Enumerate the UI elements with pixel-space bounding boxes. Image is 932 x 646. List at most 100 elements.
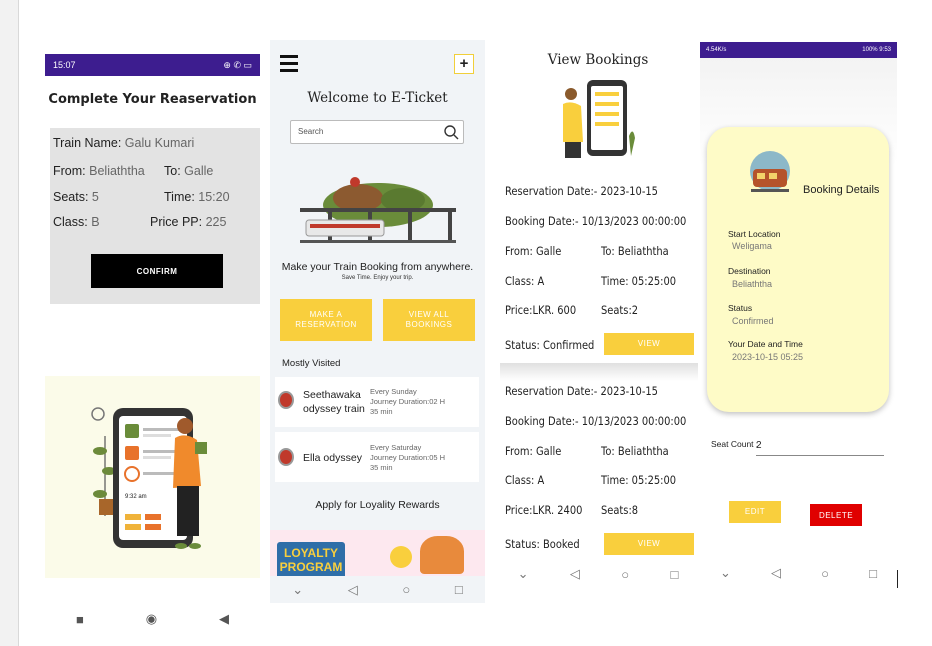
back-icon[interactable]: ◀ [219, 611, 229, 627]
from-text: From: Galle [505, 244, 562, 258]
item-schedule: Every Saturday [370, 443, 422, 452]
train-icon [750, 151, 790, 192]
destination-value: Beliaththa [732, 279, 773, 289]
status-bar: 4.54K/s 100% 9:53 [700, 42, 897, 58]
item-schedule: Every Sunday [370, 387, 417, 396]
status-icons: ⊕ ✆ ▭ [223, 59, 252, 70]
search-icon[interactable] [443, 124, 459, 140]
loyalty-banner[interactable]: LOYALTY PROGRAM [270, 530, 485, 580]
chevron-down-icon[interactable]: ⌄ [292, 582, 303, 598]
class-text: Class: A [505, 473, 545, 487]
nav-bar: ⌄ ◁ ○ □ [700, 558, 897, 588]
booking-date: Booking Date:- 10/13/2023 00:00:00 [505, 214, 687, 228]
train-avatar-icon [278, 448, 294, 466]
recents-icon[interactable]: □ [670, 567, 678, 582]
item-minutes: 35 min [370, 407, 393, 416]
details-card: Booking Details Start Location Weligama … [707, 127, 889, 412]
edit-button[interactable]: EDIT [729, 501, 781, 523]
coin-icon [390, 546, 412, 568]
person-icon [420, 536, 464, 574]
list-item[interactable]: Ella odyssey Every Saturday Journey Dura… [275, 432, 479, 482]
view-bookings-screen: View Bookings Reservation Date:- 2023-10… [497, 40, 699, 590]
list-item[interactable]: Seethawaka odyssey train Every Sunday Jo… [275, 377, 479, 427]
view-all-bookings-button[interactable]: VIEW ALL BOOKINGS [383, 299, 475, 341]
start-location-value: Weligama [732, 241, 772, 251]
item-duration: Journey Duration:05 H [370, 453, 446, 462]
reservation-date: Reservation Date:- 2023-10-15 [505, 384, 658, 398]
home-icon[interactable]: ○ [821, 566, 829, 581]
tagline: Make your Train Booking from anywhere. [281, 261, 474, 273]
left-gutter [0, 0, 19, 646]
search-placeholder: Search [298, 127, 324, 136]
recents-icon[interactable]: ■ [76, 612, 84, 627]
from-row: From: Beliaththa [53, 164, 145, 178]
nav-bar: ⌄ ◁ ○ □ [497, 559, 699, 589]
loyalty-program-badge: LOYALTY PROGRAM [277, 542, 345, 580]
status-text: Status: Booked [505, 537, 580, 551]
status-label: Status [728, 303, 753, 313]
booking-illustration: 9:32 am [45, 376, 260, 578]
view-button[interactable]: VIEW [604, 533, 694, 555]
price-text: Price:LKR. 2400 [505, 503, 583, 517]
status-bar: 15:07 ⊕ ✆ ▭ [45, 54, 260, 76]
to-text: To: Beliaththa [601, 444, 669, 458]
view-button[interactable]: VIEW [604, 333, 694, 355]
home-icon[interactable]: ○ [402, 582, 410, 597]
confirm-button[interactable]: CONFIRM [91, 254, 223, 288]
item-minutes: 35 min [370, 463, 393, 472]
to-row: To: Galle [164, 164, 214, 178]
train-avatar-icon [278, 391, 294, 409]
chevron-down-icon[interactable]: ⌄ [518, 566, 529, 582]
status-battery: 100% 9:53 [862, 47, 891, 53]
chevron-down-icon[interactable]: ⌄ [720, 565, 731, 581]
item-name: Seethawaka [303, 389, 361, 401]
loyalty-heading: Apply for Loyality Rewards [315, 499, 440, 511]
nav-bar: ■ ◉ ◀ [45, 605, 260, 633]
welcome-title: Welcome to E-Ticket [307, 90, 448, 106]
add-icon[interactable]: + [454, 54, 474, 74]
back-icon[interactable]: ◁ [570, 566, 580, 582]
time-text: Time: 05:25:00 [601, 473, 677, 487]
start-location-label: Start Location [728, 229, 781, 239]
back-icon[interactable]: ◁ [348, 582, 358, 598]
seats-text: Seats:2 [601, 303, 639, 317]
destination-label: Destination [728, 266, 771, 276]
page-title: Complete Your Reaservation [48, 92, 257, 107]
mostly-visited-heading: Mostly Visited [282, 358, 341, 369]
recents-icon[interactable]: □ [455, 582, 463, 597]
status-value: Confirmed [732, 316, 774, 326]
time-text: Time: 05:25:00 [601, 274, 677, 288]
price-text: Price:LKR. 600 [505, 303, 577, 317]
class-text: Class: A [505, 274, 545, 288]
delete-button[interactable]: DELETE [810, 504, 862, 526]
phone-person-illustration: 9:32 am [91, 407, 207, 549]
item-name-2: odyssey train [303, 403, 365, 415]
class-row: Class: B [53, 215, 100, 229]
menu-icon[interactable] [280, 55, 298, 72]
recents-icon[interactable]: □ [869, 566, 877, 581]
seats-row: Seats: 5 [53, 190, 99, 204]
details-title: Booking Details [803, 184, 880, 196]
status-text: Status: Confirmed [505, 338, 595, 352]
phone-time-text: 9:32 am [125, 494, 147, 500]
price-row: Price PP: 225 [150, 215, 227, 229]
nav-bar: ⌄ ◁ ○ □ [270, 576, 485, 603]
home-screen: + Welcome to E-Ticket Search Make your T… [270, 40, 485, 603]
date-time-label: Your Date and Time [728, 339, 803, 349]
booking-date: Booking Date:- 10/13/2023 00:00:00 [505, 414, 687, 428]
item-name: Ella odyssey [303, 452, 362, 464]
train-illustration [300, 177, 456, 243]
home-icon[interactable]: ○ [621, 567, 629, 582]
to-text: To: Beliaththa [601, 244, 669, 258]
item-duration: Journey Duration:02 H [370, 397, 446, 406]
seat-count-input[interactable]: 2 [756, 440, 884, 456]
subtagline: Save Time. Enjoy your trip. [341, 275, 414, 281]
make-reservation-button[interactable]: MAKE A RESERVATION [280, 299, 372, 341]
seat-count-label: Seat Count : [711, 439, 759, 449]
back-icon[interactable]: ◁ [771, 565, 781, 581]
card-divider [500, 363, 698, 381]
search-input[interactable]: Search [290, 120, 464, 144]
home-icon[interactable]: ◉ [146, 611, 157, 627]
seats-text: Seats:8 [601, 503, 639, 517]
status-speed: 4.54K/s [706, 47, 727, 53]
